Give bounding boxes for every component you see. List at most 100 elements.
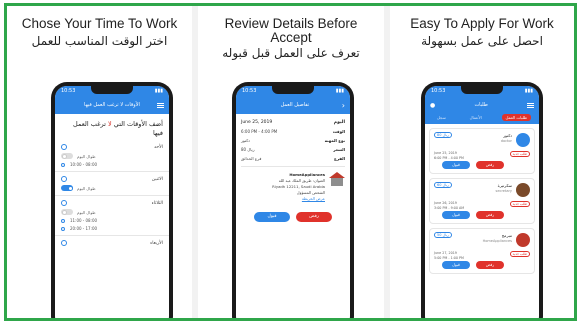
tab-history[interactable]: سجل	[433, 114, 450, 121]
job-card[interactable]: 50 ريال مبرمج HomeAppliances June 27, 20…	[429, 228, 535, 274]
phone-screen: 10:53 ▮▮▮ ● طلبات سجل الأعمال طلبات العم…	[425, 86, 539, 318]
detail-row: فرع الحدائق الفرع	[241, 156, 345, 161]
job-title: دكتور	[503, 133, 512, 138]
chevron-right-icon[interactable]: ›	[342, 101, 345, 110]
app-bar-title: الأوقات لا ترغب العمل فيها	[84, 102, 140, 108]
day-radio[interactable]	[61, 144, 67, 150]
status-time: 10:53	[242, 88, 257, 94]
time-slot[interactable]: 20:00 - 17:00	[61, 226, 163, 231]
app-bar-title: طلبات	[474, 102, 488, 108]
company-card: HomeAppliances العنوان: طريق الملك عبد ا…	[236, 170, 350, 204]
day-radio[interactable]	[61, 240, 67, 246]
toggle-label: طوال اليوم	[77, 185, 96, 191]
detail-row: 80 ريال السعر	[241, 147, 345, 152]
panel-choose-time: Chose Your Time To Work اختر الوقت المنا…	[7, 6, 192, 318]
job-schedule: June 25, 2019 6:00 PM - 4:00 PM	[434, 151, 464, 160]
app-bar-title: تفاصيل العمل	[280, 102, 310, 108]
day-name: الثلاثاء	[151, 200, 163, 206]
tab-bar: سجل الأعمال طلبات العمل	[425, 114, 539, 124]
day-radio[interactable]	[61, 200, 67, 206]
all-day-toggle[interactable]	[61, 209, 73, 215]
date-label: اليوم	[333, 120, 345, 125]
action-buttons: قبول رفض	[236, 212, 350, 222]
phone-mockup: 10:53 ▮▮▮ الأوقات لا ترغب العمل فيها أضف…	[51, 82, 173, 318]
all-day-toggle[interactable]	[61, 185, 73, 191]
day-tuesday[interactable]: الثلاثاء طوال اليوم 11:00 - 08:00 20:00 …	[55, 196, 169, 236]
phone-notch	[91, 86, 133, 94]
phone-mockup: 10:53 ▮▮▮ تفاصيل العمل › June 25, 2019 ا…	[232, 82, 354, 318]
phone-notch	[461, 86, 503, 94]
panel-title-en: Review Details Before	[224, 16, 358, 31]
date-row: June 25, 2019 اليوم	[236, 114, 350, 127]
phone-notch	[272, 86, 314, 94]
detail-row: 6:00 PM - 4:00 PM الوقت	[241, 129, 345, 134]
reject-button[interactable]: رفض	[296, 212, 332, 222]
accept-button[interactable]: قبول	[442, 161, 470, 169]
job-schedule: June 26, 2019 3:00 PM - 9:00 AM	[434, 201, 465, 210]
job-schedule: June 27, 2019 5:00 PM - 1:00 PM	[434, 251, 464, 260]
time-slot[interactable]: 10:00 - 08:00	[61, 162, 163, 167]
status-time: 10:53	[431, 88, 446, 94]
app-bar: ● طلبات	[425, 96, 539, 114]
day-monday[interactable]: الاثنين طوال اليوم	[55, 172, 169, 196]
price-tag: 80 ريال	[434, 132, 452, 138]
toggle-label: طوال اليوم	[77, 153, 96, 159]
phone-mockup: 10:53 ▮▮▮ ● طلبات سجل الأعمال طلبات العم…	[421, 82, 543, 318]
job-title: مبرمج	[501, 233, 512, 238]
app-bar: تفاصيل العمل ›	[236, 96, 350, 114]
reject-button[interactable]: رفض	[476, 211, 504, 219]
panel-review-details: Review Details Before Accept تعرف على ال…	[198, 6, 384, 318]
day-name: الأربعاء	[150, 240, 163, 246]
panel-apply: Easy To Apply For Work احصل على عمل بسهو…	[390, 6, 574, 318]
status-badge: طلب جديد	[509, 151, 530, 157]
day-radio[interactable]	[61, 176, 67, 182]
tab-works[interactable]: الأعمال	[466, 114, 486, 121]
panel-title-ar: تعرف على العمل قبل قبوله	[222, 46, 360, 60]
job-logo-icon	[516, 233, 530, 247]
phone-screen: 10:53 ▮▮▮ تفاصيل العمل › June 25, 2019 ا…	[236, 86, 350, 318]
menu-icon[interactable]	[527, 102, 534, 108]
accept-button[interactable]: قبول	[442, 211, 470, 219]
job-logo-icon	[516, 133, 530, 147]
clock-icon	[61, 162, 65, 167]
status-badge: طلب جديد	[509, 251, 530, 257]
signal-icon: ▮▮▮	[524, 88, 533, 94]
detail-row: دكتور نوع المهنة	[241, 138, 345, 143]
phone-screen: 10:53 ▮▮▮ الأوقات لا ترغب العمل فيها أضف…	[55, 86, 169, 318]
panel-title-ar: احصل على عمل بسهولة	[421, 34, 543, 48]
divider	[241, 166, 345, 167]
job-subtitle: secretary	[495, 189, 512, 193]
clock-icon	[61, 218, 65, 223]
job-subtitle: doctor	[500, 139, 512, 143]
page-heading: أضف الأوقات التي لا ترغب العمل فيها	[73, 120, 163, 137]
day-name: الاثنين	[151, 176, 163, 182]
accept-button[interactable]: قبول	[442, 261, 470, 269]
job-logo-icon	[516, 183, 530, 197]
menu-icon[interactable]	[157, 102, 164, 108]
job-title: سكرتيرة	[497, 183, 512, 188]
job-card[interactable]: 60 ريال سكرتيرة secretary June 26, 2019 …	[429, 178, 535, 224]
company-logo-icon	[329, 172, 345, 186]
reject-button[interactable]: رفض	[476, 161, 504, 169]
map-link[interactable]: عرض الخريطة	[272, 196, 325, 202]
job-card[interactable]: 80 ريال دكتور doctor June 25, 2019 6:00 …	[429, 128, 535, 174]
signal-icon: ▮▮▮	[335, 88, 344, 94]
panel-title-en-line2: Accept	[270, 30, 312, 45]
signal-icon: ▮▮▮	[154, 88, 163, 94]
time-slot[interactable]: 11:00 - 08:00	[61, 218, 163, 223]
toggle-label: طوال اليوم	[77, 209, 96, 215]
day-sunday[interactable]: الأحد طوال اليوم 10:00 - 08:00	[55, 140, 169, 172]
job-subtitle: HomeAppliances	[482, 239, 512, 243]
price-tag: 60 ريال	[434, 182, 452, 188]
reject-button[interactable]: رفض	[476, 261, 504, 269]
all-day-toggle[interactable]	[61, 153, 73, 159]
date-value: June 25, 2019	[241, 120, 273, 125]
day-wednesday[interactable]: الأربعاء	[55, 236, 169, 250]
tab-requests[interactable]: طلبات العمل	[501, 114, 532, 121]
screenshot-frame: Chose Your Time To Work اختر الوقت المنا…	[4, 3, 577, 321]
app-bar: الأوقات لا ترغب العمل فيها	[55, 96, 169, 114]
status-time: 10:53	[61, 88, 76, 94]
price-tag: 50 ريال	[434, 232, 452, 238]
panel-title-en: Easy To Apply For Work	[410, 16, 554, 31]
accept-button[interactable]: قبول	[254, 212, 290, 222]
